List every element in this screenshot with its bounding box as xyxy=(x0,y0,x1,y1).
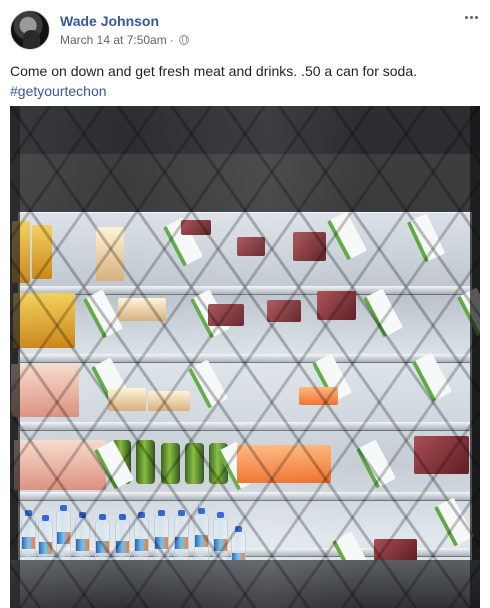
more-dot-icon xyxy=(469,15,473,19)
more-dot-icon xyxy=(464,15,468,19)
facebook-post: Wade Johnson March 14 at 7:50am · Come o… xyxy=(0,0,490,608)
meta-separator: · xyxy=(169,33,174,47)
post-photo[interactable] xyxy=(10,106,480,608)
author-avatar[interactable] xyxy=(10,10,50,50)
globe-icon xyxy=(178,35,189,45)
post-text: Come on down and get fresh meat and drin… xyxy=(10,61,480,101)
more-dot-icon xyxy=(474,15,478,19)
author-name-link[interactable]: Wade Johnson xyxy=(60,13,159,29)
post-timestamp-link[interactable]: March 14 at 7:50am xyxy=(60,33,167,47)
post-hashtag-link[interactable]: #getyourtechon xyxy=(10,81,480,101)
post-meta: March 14 at 7:50am · xyxy=(60,33,189,47)
glass-glare xyxy=(10,106,480,608)
post-message: Come on down and get fresh meat and drin… xyxy=(10,63,418,79)
more-options-icon[interactable] xyxy=(462,10,480,24)
post-header: Wade Johnson March 14 at 7:50am · xyxy=(10,10,480,52)
